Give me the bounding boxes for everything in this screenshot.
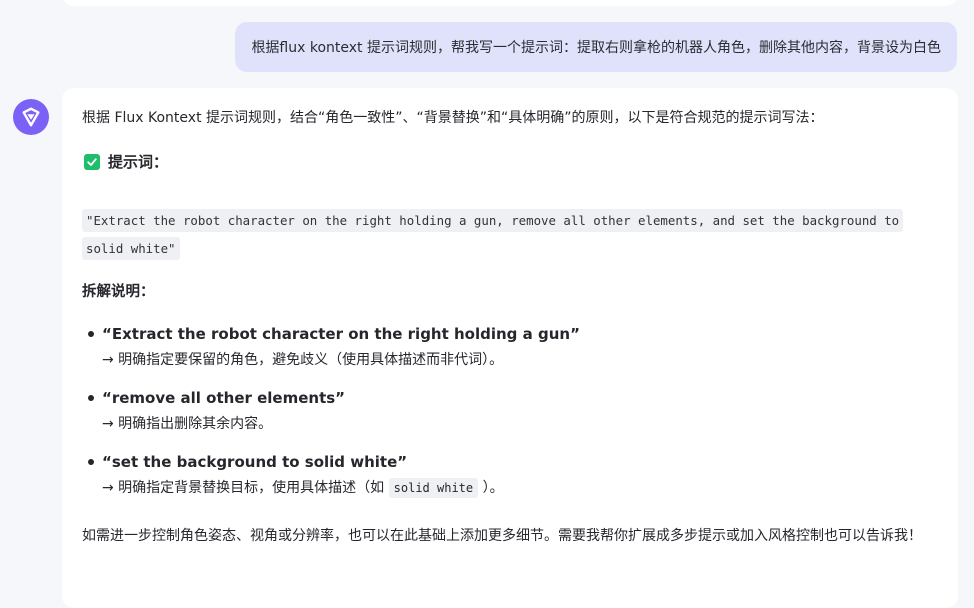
prompt-heading-label: 提示词： [108, 153, 169, 171]
list-item-desc: → 明确指定要保留的角色，避免歧义（使用具体描述而非代词）。 [102, 352, 504, 368]
assistant-logo-icon [13, 99, 49, 135]
list-item-desc: → 明确指出删除其余内容。 [102, 416, 273, 432]
inline-code: solid white [388, 478, 479, 498]
prompt-heading: 提示词： [84, 151, 168, 172]
check-icon [84, 153, 100, 170]
prompt-code-text: "Extract the robot character on the righ… [82, 209, 904, 260]
list-item-desc: → 明确指定背景替换目标，使用具体描述（如 solid white ）。 [102, 478, 942, 498]
list-item: “set the background to solid white” → 明确… [82, 450, 942, 514]
bullet-icon [88, 331, 94, 337]
user-message-text: 根据flux kontext 提示词规则，帮我写一个提示词：提取右则拿枪的机器人… [251, 40, 941, 56]
previous-message-card [62, 0, 958, 6]
desc-prefix: → 明确指定背景替换目标，使用具体描述（如 [102, 480, 389, 496]
breakdown-heading: 拆解说明： [82, 284, 155, 300]
list-item-title: “set the background to solid white” [102, 453, 408, 471]
assistant-intro-text: 根据 Flux Kontext 提示词规则，结合“角色一致性”、“背景替换”和“… [82, 110, 824, 126]
assistant-outro-text: 如需进一步控制角色姿态、视角或分辨率，也可以在此基础上添加更多细节。需要我帮你扩… [82, 528, 922, 544]
list-item-title: “Extract the robot character on the righ… [102, 325, 580, 343]
list-item: “remove all other elements” → 明确指出删除其余内容… [82, 386, 942, 450]
list-item: “Extract the robot character on the righ… [82, 322, 942, 386]
prompt-code-block[interactable]: "Extract the robot character on the righ… [82, 207, 922, 263]
bullet-icon [88, 459, 94, 465]
desc-suffix: ）。 [478, 480, 504, 496]
assistant-message-card: 根据 Flux Kontext 提示词规则，结合“角色一致性”、“背景替换”和“… [62, 88, 958, 608]
breakdown-list: “Extract the robot character on the righ… [82, 322, 942, 514]
list-item-title: “remove all other elements” [102, 389, 346, 407]
bullet-icon [88, 395, 94, 401]
user-message-bubble: 根据flux kontext 提示词规则，帮我写一个提示词：提取右则拿枪的机器人… [235, 22, 957, 72]
